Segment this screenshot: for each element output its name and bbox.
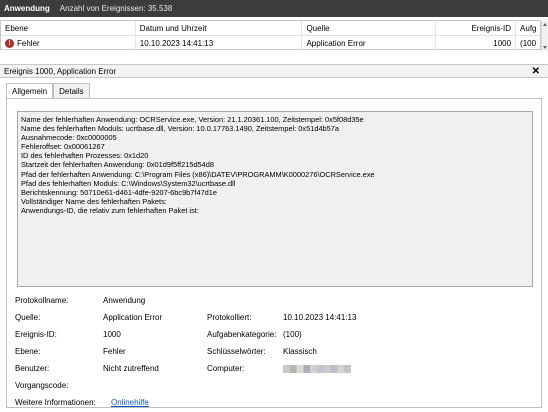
- aufgabenkategorie-value: (100): [283, 330, 302, 339]
- description-line: Pfad des fehlerhaften Moduls: C:\Windows…: [21, 178, 236, 188]
- computer-value-redacted: [283, 365, 351, 373]
- aufgabenkategorie-label: Aufgabenkategorie:: [207, 330, 277, 339]
- column-header-aufgabe[interactable]: Aufg: [516, 21, 540, 35]
- description-line: ID des fehlerhaften Prozesses: 0x1d20: [21, 151, 149, 161]
- ereignis-id-label: Ereignis-ID:: [15, 330, 57, 339]
- detail-tabs: Allgemein Details: [6, 83, 90, 99]
- row-level: Fehler: [17, 38, 40, 48]
- protokolliert-label: Protokolliert:: [207, 313, 252, 322]
- ebene-value: Fehler: [103, 347, 126, 356]
- close-icon[interactable]: ✕: [532, 65, 540, 78]
- row-event-id: 1000: [436, 36, 517, 50]
- event-detail-title: Ereignis 1000, Application Error: [4, 66, 117, 76]
- event-detail-title-bar: Ereignis 1000, Application Error ✕: [0, 64, 548, 78]
- event-description-box[interactable]: Name der fehlerhaften Anwendung: OCRServ…: [17, 111, 533, 287]
- onlinehilfe-link[interactable]: Onlinehilfe: [111, 398, 149, 407]
- quelle-label: Quelle:: [15, 313, 41, 322]
- weitere-informationen-label: Weitere Informationen:: [15, 398, 96, 407]
- row-source: Application Error: [302, 36, 437, 50]
- schluesselwoerter-label: Schlüsselwörter:: [207, 347, 266, 356]
- quelle-value: Application Error: [103, 313, 163, 322]
- events-table-header: Ebene Datum und Uhrzeit Quelle Ereignis-…: [1, 21, 540, 36]
- error-icon: !: [5, 38, 14, 48]
- scroll-down-icon[interactable]: [543, 46, 547, 49]
- description-line: Name des fehlerhaften Moduls: ucrtbase.d…: [21, 124, 339, 134]
- events-table: Ebene Datum und Uhrzeit Quelle Ereignis-…: [0, 20, 548, 51]
- row-datetime: 10.10.2023 14:41:13: [136, 36, 303, 50]
- log-header-bar: Anwendung Anzahl von Ereignissen: 35.538: [0, 0, 548, 17]
- column-header-datum[interactable]: Datum und Uhrzeit: [136, 21, 303, 35]
- protokollname-value: Anwendung: [103, 296, 146, 305]
- protokollname-label: Protokollname:: [15, 296, 69, 305]
- vorgangscode-label: Vorgangscode:: [15, 381, 69, 390]
- benutzer-label: Benutzer:: [15, 364, 50, 373]
- general-tab-panel: Name der fehlerhaften Anwendung: OCRServ…: [6, 98, 542, 408]
- benutzer-value: Nicht zutreffend: [103, 364, 159, 373]
- ebene-label: Ebene:: [15, 347, 41, 356]
- log-title: Anwendung: [4, 4, 50, 13]
- description-line: Ausnahmecode: 0xc0000005: [21, 133, 117, 143]
- description-line: Anwendungs-ID, die relativ zum fehlerhaf…: [21, 205, 199, 215]
- description-line: Fehleroffset: 0x00061267: [21, 142, 105, 152]
- event-count: Anzahl von Ereignissen: 35.538: [59, 4, 173, 13]
- column-header-ebene[interactable]: Ebene: [1, 21, 136, 35]
- tab-allgemein[interactable]: Allgemein: [6, 83, 54, 99]
- tab-details[interactable]: Details: [53, 83, 90, 98]
- description-line: Name der fehlerhaften Anwendung: OCRServ…: [21, 115, 364, 124]
- protokolliert-value: 10.10.2023 14:41:13: [283, 313, 357, 322]
- description-line: Startzeit der fehlerhaften Anwendung: 0x…: [21, 160, 214, 170]
- schluesselwoerter-value: Klassisch: [283, 347, 317, 356]
- description-line: Pfad der fehlerhaften Anwendung: C:\Prog…: [21, 169, 375, 179]
- description-line: Vollständiger Name des fehlerhaften Pake…: [21, 196, 167, 206]
- column-header-ereignis-id[interactable]: Ereignis-ID: [436, 21, 517, 35]
- description-line: Berichtskennung: 50710e61-d461-4dfe-9207…: [21, 187, 218, 197]
- vertical-scrollbar[interactable]: [541, 21, 548, 51]
- row-task: (100: [520, 38, 537, 48]
- scroll-up-icon[interactable]: [543, 23, 547, 26]
- column-header-quelle[interactable]: Quelle: [302, 21, 437, 35]
- table-row[interactable]: ! Fehler 10.10.2023 14:41:13 Application…: [1, 36, 540, 50]
- computer-label: Computer:: [207, 364, 245, 373]
- ereignis-id-value: 1000: [103, 330, 121, 339]
